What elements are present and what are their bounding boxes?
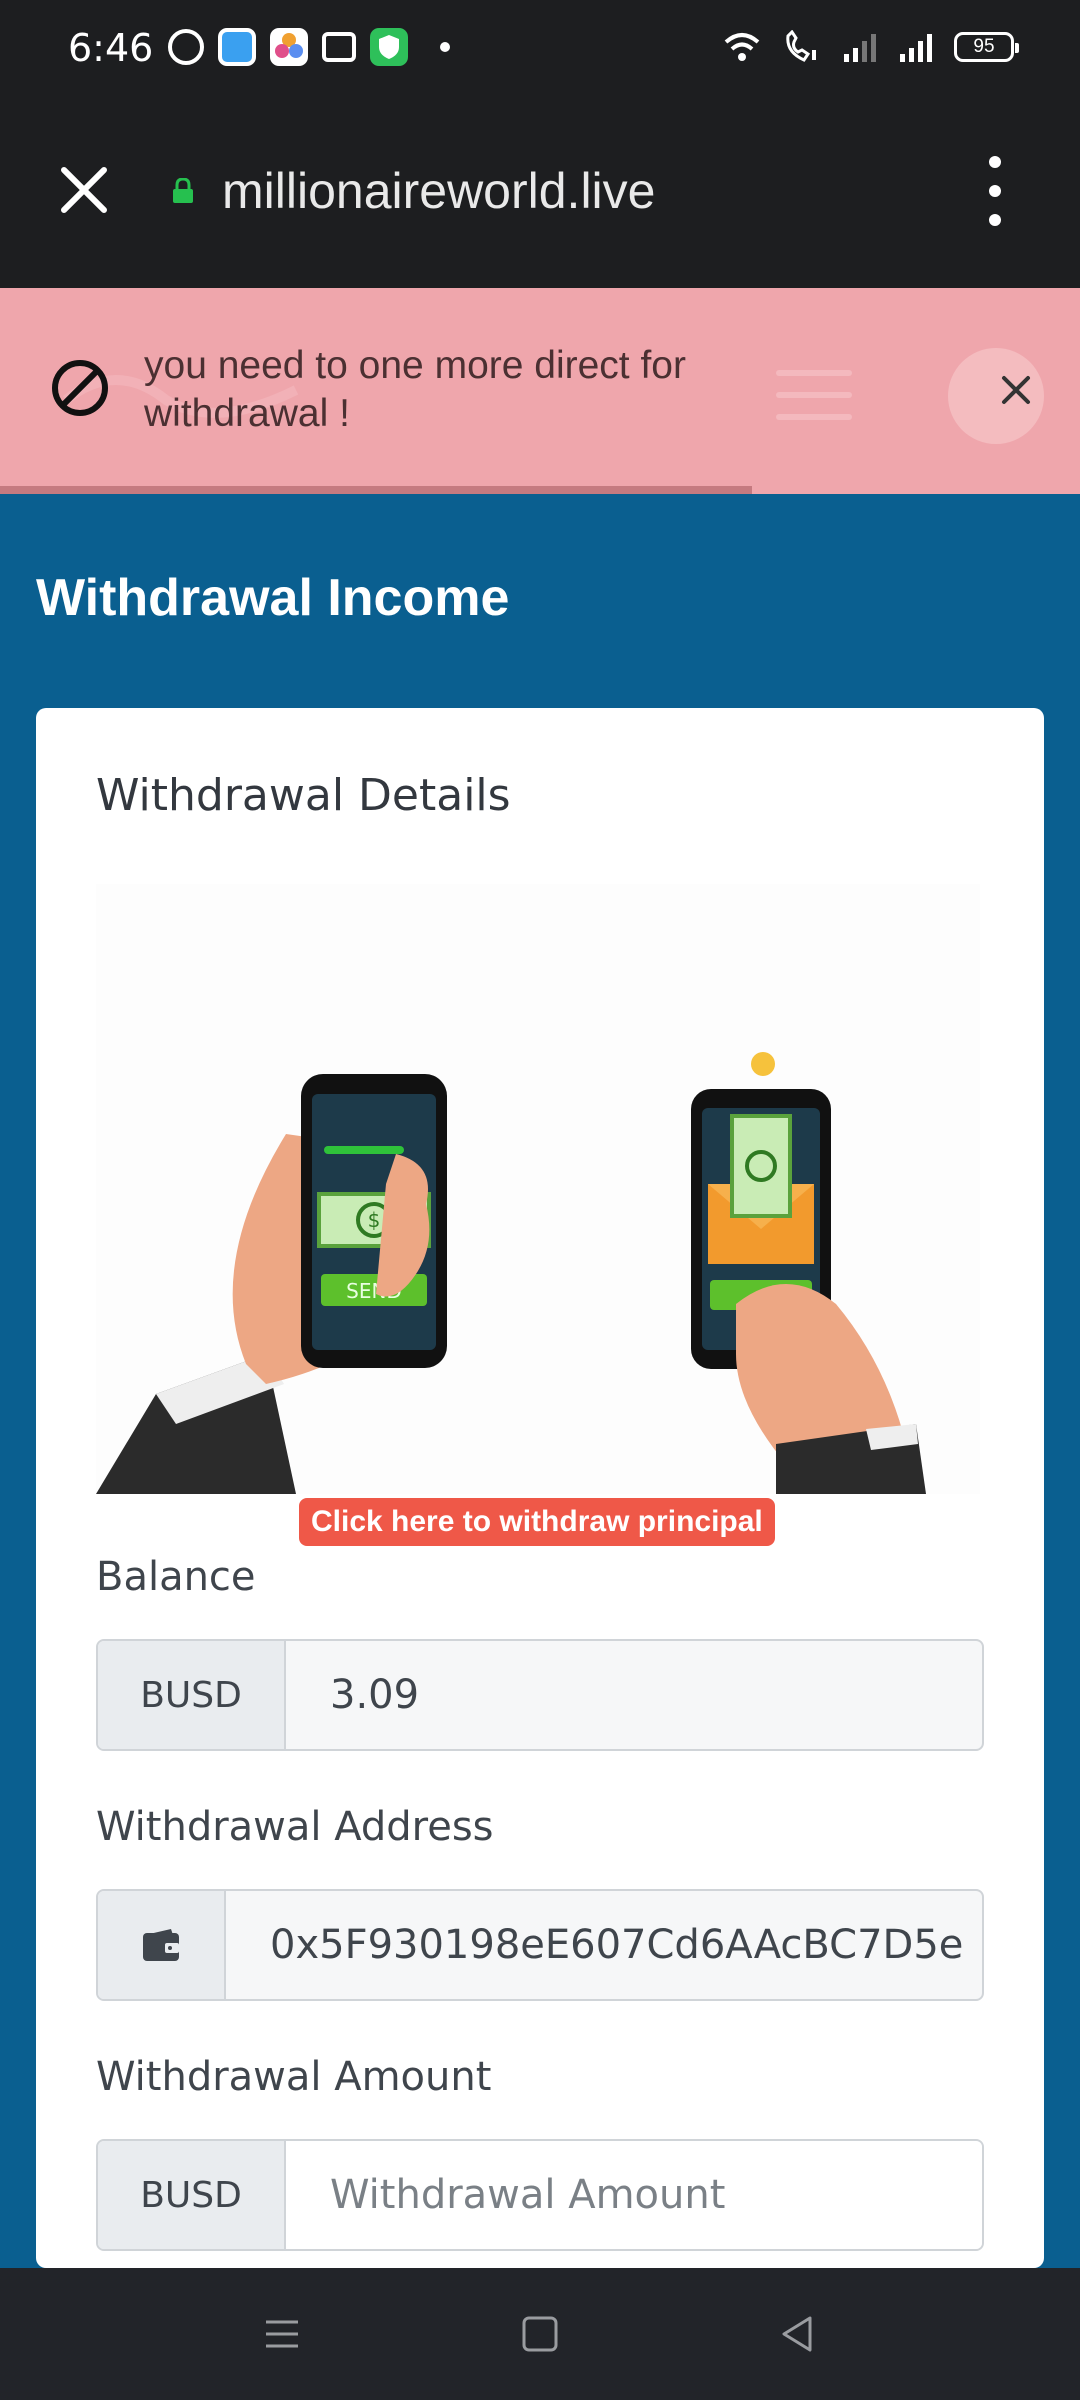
- whatsapp-icon: [168, 29, 204, 65]
- prohibited-icon: [52, 360, 108, 416]
- menu-icon[interactable]: [262, 2314, 302, 2354]
- amount-field: BUSD: [96, 2139, 984, 2251]
- shield-icon: [370, 28, 408, 66]
- alert-timer-bar: [0, 486, 752, 494]
- alert-banner: you need to one more direct for withdraw…: [0, 288, 1080, 494]
- card-title: Withdrawal Details: [96, 770, 511, 821]
- signal-icon: [844, 34, 876, 62]
- balance-value: 3.09: [330, 1672, 420, 1718]
- browser-toolbar: millionaireworld.live: [0, 96, 1080, 288]
- withdrawal-card: Withdrawal Details $ SEND Click here to …: [36, 708, 1044, 2268]
- wifi-icon: [724, 33, 760, 61]
- balance-field: BUSD 3.09: [96, 1639, 984, 1751]
- address-field: 0x5F930198eE607Cd6AAcBC7D5e: [96, 1889, 984, 2001]
- messenger-icon: [218, 28, 256, 66]
- wallet-icon: [98, 1891, 226, 1999]
- withdraw-principal-button[interactable]: Click here to withdraw principal: [299, 1498, 775, 1546]
- more-options-icon[interactable]: [980, 156, 1010, 226]
- message-icon: [322, 32, 356, 62]
- back-icon[interactable]: [778, 2314, 818, 2354]
- address-label: Withdrawal Address: [96, 1804, 494, 1850]
- status-bar: 6:46 95: [0, 0, 1080, 96]
- photos-icon: [270, 28, 308, 66]
- lock-icon: [173, 178, 193, 203]
- svg-text:$: $: [368, 1208, 381, 1232]
- signal-icon: [900, 34, 932, 62]
- dot-icon: [440, 42, 450, 52]
- home-icon[interactable]: [520, 2314, 560, 2354]
- amount-currency: BUSD: [98, 2141, 286, 2249]
- status-time: 6:46: [68, 26, 154, 70]
- amount-label: Withdrawal Amount: [96, 2054, 492, 2100]
- notification-icons: [168, 28, 450, 66]
- system-icons: 95: [722, 30, 1019, 64]
- withdrawal-address-value[interactable]: 0x5F930198eE607Cd6AAcBC7D5e: [226, 1891, 982, 1999]
- balance-currency: BUSD: [98, 1641, 286, 1749]
- withdrawal-amount-input[interactable]: [286, 2141, 982, 2249]
- money-transfer-illustration: $ SEND: [96, 884, 980, 1494]
- system-nav-bar: [0, 2268, 1080, 2400]
- battery-indicator: 95: [954, 32, 1019, 62]
- alert-message: you need to one more direct for withdraw…: [144, 344, 686, 435]
- close-icon[interactable]: [996, 370, 1036, 410]
- wifi-call-icon: [786, 30, 816, 62]
- close-icon[interactable]: [56, 162, 112, 218]
- balance-label: Balance: [96, 1554, 256, 1600]
- page-title: Withdrawal Income: [36, 569, 510, 627]
- url-text[interactable]: millionaireworld.live: [222, 162, 655, 220]
